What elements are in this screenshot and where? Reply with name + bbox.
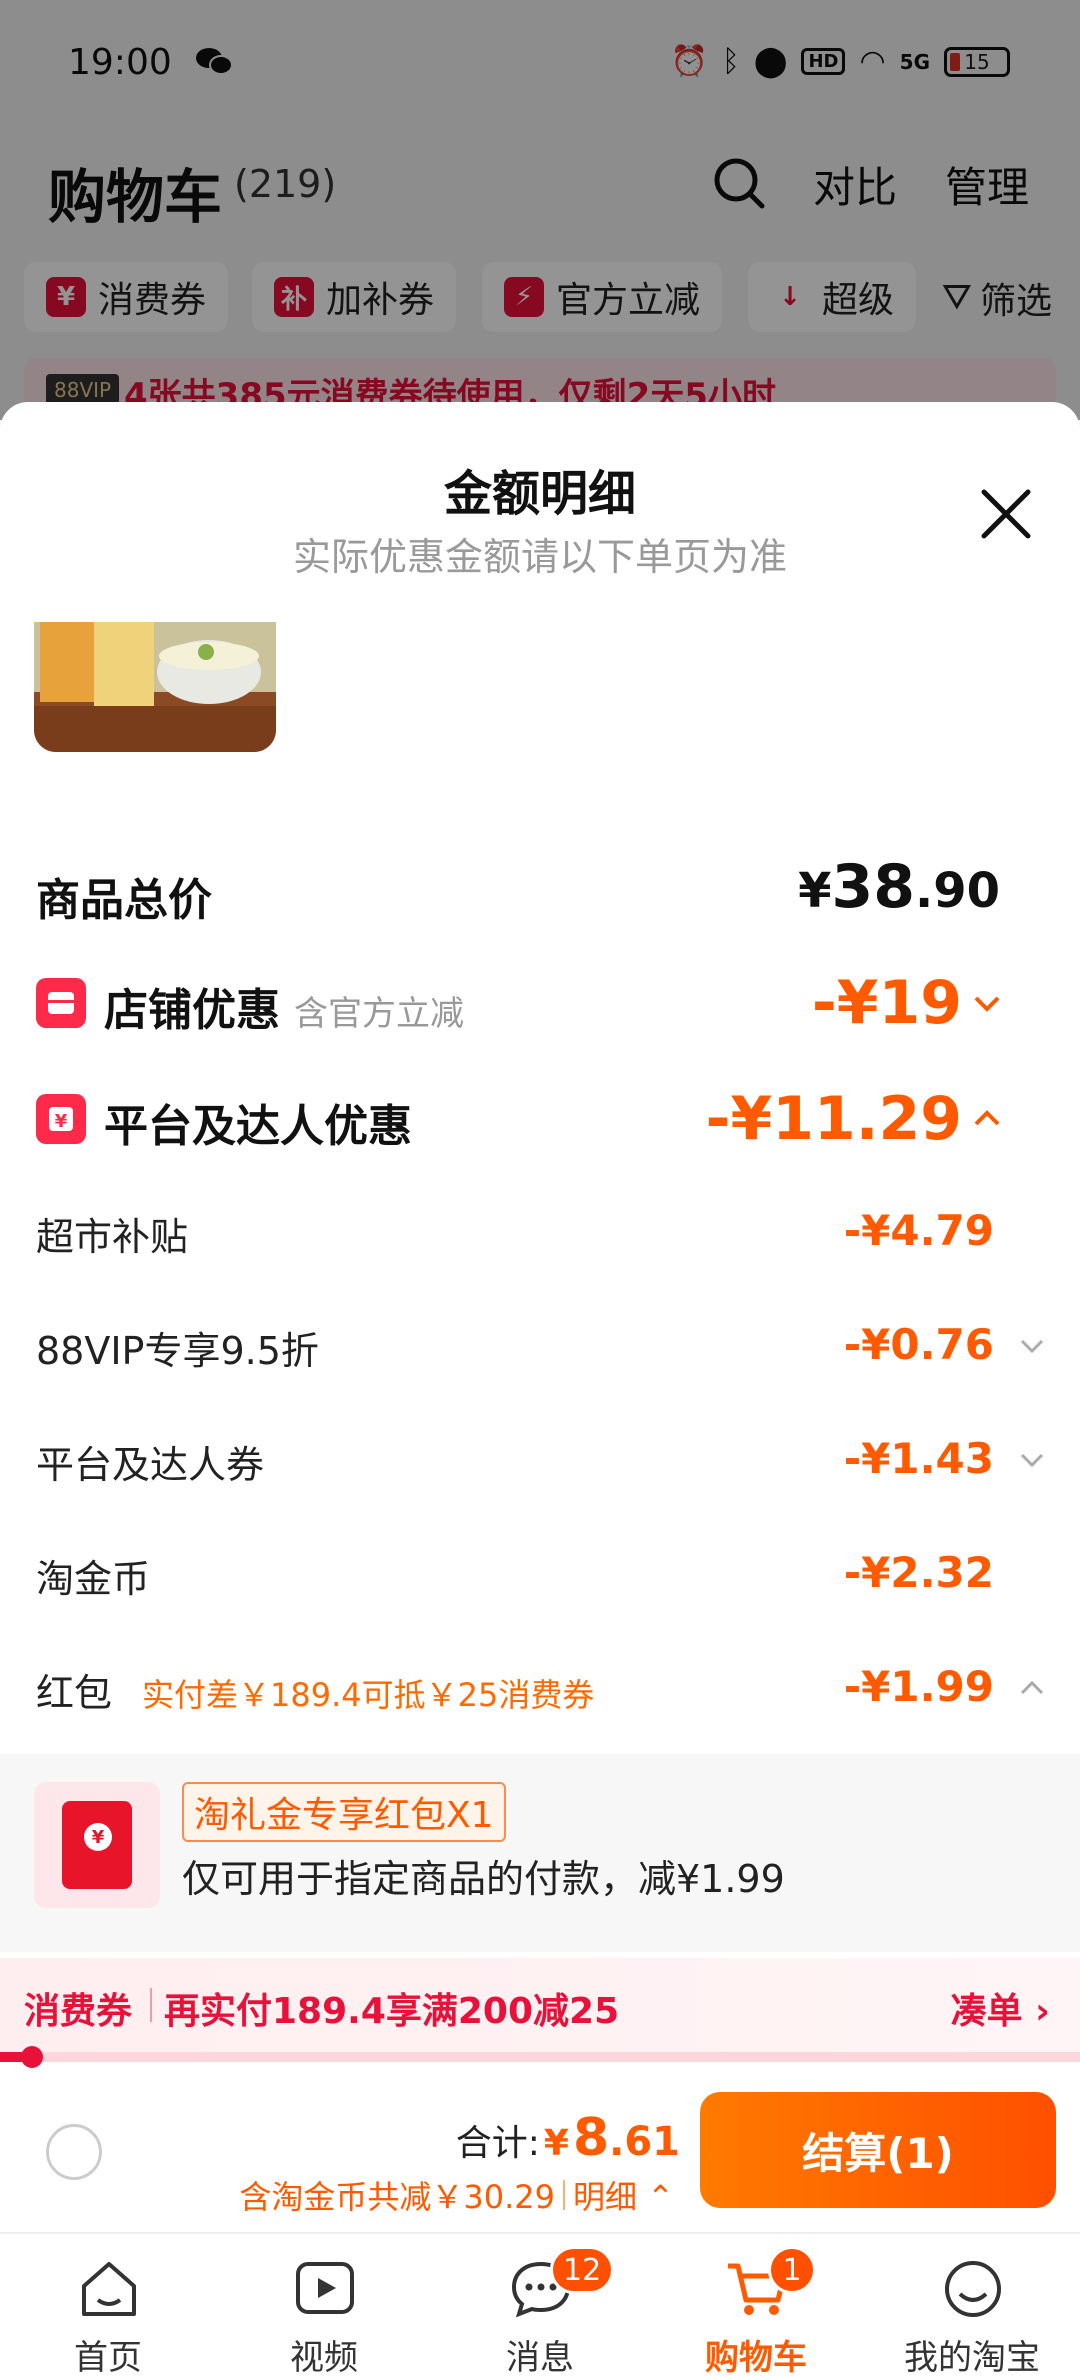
red-envelope-icon: ¥ bbox=[34, 1782, 160, 1908]
total-amount: 8.61 bbox=[573, 2108, 680, 2168]
tab-label: 首页 bbox=[74, 2338, 142, 2376]
store-discount-note: 含官方立减 bbox=[294, 994, 464, 1034]
chevron-down-icon bbox=[1020, 1339, 1044, 1354]
platform-discount-label: 平台及达人优惠 bbox=[104, 1101, 412, 1152]
supermarket-subsidy-label: 超市补贴 bbox=[36, 1215, 189, 1259]
sheet-subtitle: 实际优惠金额请以下单页为准 bbox=[292, 535, 787, 579]
red-packet-label: 红包 bbox=[36, 1671, 113, 1715]
chevron-up-icon bbox=[974, 1110, 1000, 1126]
goods-total-label: 商品总价 bbox=[36, 875, 212, 926]
platform-coupon-amount: -¥1.43 bbox=[843, 1434, 994, 1483]
add-items-link[interactable]: 凑单 › bbox=[951, 1982, 1050, 2034]
vip-discount-row[interactable]: 88VIP专享9.5折 -¥0.76 bbox=[36, 1306, 1046, 1386]
cart-badge: 1 bbox=[768, 2246, 816, 2294]
chevron-down-icon bbox=[974, 996, 1000, 1012]
voucher-progress-knob bbox=[21, 2046, 44, 2068]
red-packet-row[interactable]: 红包 实付差￥189.4可抵￥25消费券 -¥1.99 bbox=[36, 1648, 1046, 1728]
select-all-checkbox[interactable] bbox=[46, 2124, 102, 2180]
red-envelope-symbol: ¥ bbox=[91, 1826, 105, 1848]
voucher-divider bbox=[150, 1988, 152, 2022]
coupon-icon: ¥ bbox=[36, 1094, 86, 1144]
platform-coupon-label: 平台及达人券 bbox=[36, 1443, 265, 1487]
dim-overlay[interactable] bbox=[0, 0, 1080, 420]
total-display: 合计: ¥ 8.61 bbox=[456, 2108, 680, 2168]
vip-discount-amount: -¥0.76 bbox=[843, 1320, 994, 1369]
currency-symbol: ¥ bbox=[543, 2123, 569, 2164]
amount-integer: 38 bbox=[831, 852, 915, 922]
red-packet-description: 仅可用于指定商品的付款，减¥1.99 bbox=[182, 1857, 785, 1901]
goods-total-row: 商品总价 ¥38.90 bbox=[36, 852, 1046, 932]
amount-integer: 8 bbox=[572, 2108, 610, 2168]
tao-coin-label: 淘金币 bbox=[36, 1557, 151, 1601]
chevron-up-icon bbox=[1020, 1680, 1044, 1695]
checkout-bar: 合计: ¥ 8.61 含淘金币共减￥30.29 明细 ⌃ 结算(1) bbox=[0, 2072, 1080, 2232]
saving-divider bbox=[563, 2180, 565, 2210]
close-icon[interactable] bbox=[978, 486, 1034, 542]
tab-label: 购物车 bbox=[705, 2338, 807, 2376]
total-label: 合计: bbox=[455, 2123, 540, 2164]
amount-decimal: .90 bbox=[914, 863, 1000, 919]
checkout-button[interactable]: 结算(1) bbox=[700, 2092, 1056, 2208]
home-icon bbox=[82, 2262, 136, 2316]
video-icon bbox=[296, 2262, 354, 2314]
store-discount-row[interactable]: 店铺优惠 含官方立减 -¥19 bbox=[36, 962, 1046, 1042]
store-discount-amount: -¥19 bbox=[812, 968, 1002, 1038]
voucher-label: 消费券 bbox=[24, 1991, 133, 2032]
voucher-bar[interactable]: 消费券 再实付189.4享满200减25 凑单 › bbox=[0, 1958, 1080, 2052]
platform-coupon-row[interactable]: 平台及达人券 -¥1.43 bbox=[36, 1420, 1046, 1500]
tab-video[interactable]: 视频 bbox=[216, 2246, 432, 2376]
detail-toggle[interactable]: 明细 ⌃ bbox=[573, 2172, 674, 2218]
tab-cart[interactable]: 1 购物车 bbox=[648, 2246, 864, 2376]
red-packet-tag: 淘礼金专享红包X1 bbox=[182, 1782, 506, 1842]
tab-label: 消息 bbox=[506, 2338, 574, 2376]
tab-label: 我的淘宝 bbox=[904, 2338, 1040, 2376]
bottom-tab-bar: 首页 视频 12 消息 1 购物车 我的淘宝 bbox=[0, 2232, 1080, 2376]
shop-icon bbox=[36, 978, 86, 1028]
tao-coin-row: 淘金币 -¥2.32 bbox=[36, 1534, 1046, 1614]
saving-text: 含淘金币共减￥30.29 bbox=[239, 2178, 555, 2216]
store-discount-label: 店铺优惠 bbox=[104, 985, 280, 1036]
battery-level: 15 bbox=[964, 49, 990, 74]
red-packet-hint: 实付差￥189.4可抵￥25消费券 bbox=[142, 1676, 595, 1714]
tab-messages[interactable]: 12 消息 bbox=[432, 2246, 648, 2376]
voucher-progress bbox=[0, 2046, 1080, 2068]
platform-discount-amount: -¥11.29 bbox=[706, 1084, 1002, 1154]
profile-icon bbox=[945, 2261, 1001, 2317]
red-packet-amount: -¥1.99 bbox=[843, 1662, 994, 1711]
red-envelope: ¥ bbox=[62, 1801, 132, 1889]
voucher-text: 再实付189.4享满200减25 bbox=[164, 1991, 620, 2032]
currency-symbol: ¥ bbox=[798, 863, 832, 919]
supermarket-subsidy-amount: -¥4.79 bbox=[843, 1206, 994, 1255]
goods-total-amount: ¥38.90 bbox=[798, 852, 1000, 922]
store-discount-value: -¥19 bbox=[811, 968, 962, 1038]
saving-summary[interactable]: 含淘金币共减￥30.29 明细 ⌃ bbox=[239, 2172, 674, 2218]
sheet-title: 金额明细 bbox=[443, 466, 636, 522]
platform-discount-value: -¥11.29 bbox=[705, 1084, 962, 1154]
tao-coin-amount: -¥2.32 bbox=[843, 1548, 994, 1597]
tab-home[interactable]: 首页 bbox=[0, 2246, 216, 2376]
tab-profile[interactable]: 我的淘宝 bbox=[864, 2246, 1080, 2376]
chevron-down-icon bbox=[1020, 1453, 1044, 1468]
amount-decimal: .61 bbox=[609, 2119, 680, 2165]
svg-text:¥: ¥ bbox=[55, 1111, 68, 1132]
product-thumbnail bbox=[34, 622, 276, 752]
red-packet-panel: ¥ 淘礼金专享红包X1 仅可用于指定商品的付款，减¥1.99 bbox=[0, 1754, 1080, 1952]
platform-discount-row[interactable]: ¥ 平台及达人优惠 -¥11.29 bbox=[36, 1078, 1046, 1158]
message-badge: 12 bbox=[550, 2246, 615, 2294]
tab-label: 视频 bbox=[290, 2338, 358, 2376]
supermarket-subsidy-row: 超市补贴 -¥4.79 bbox=[36, 1192, 1046, 1272]
vip-discount-label: 88VIP专享9.5折 bbox=[36, 1329, 319, 1373]
